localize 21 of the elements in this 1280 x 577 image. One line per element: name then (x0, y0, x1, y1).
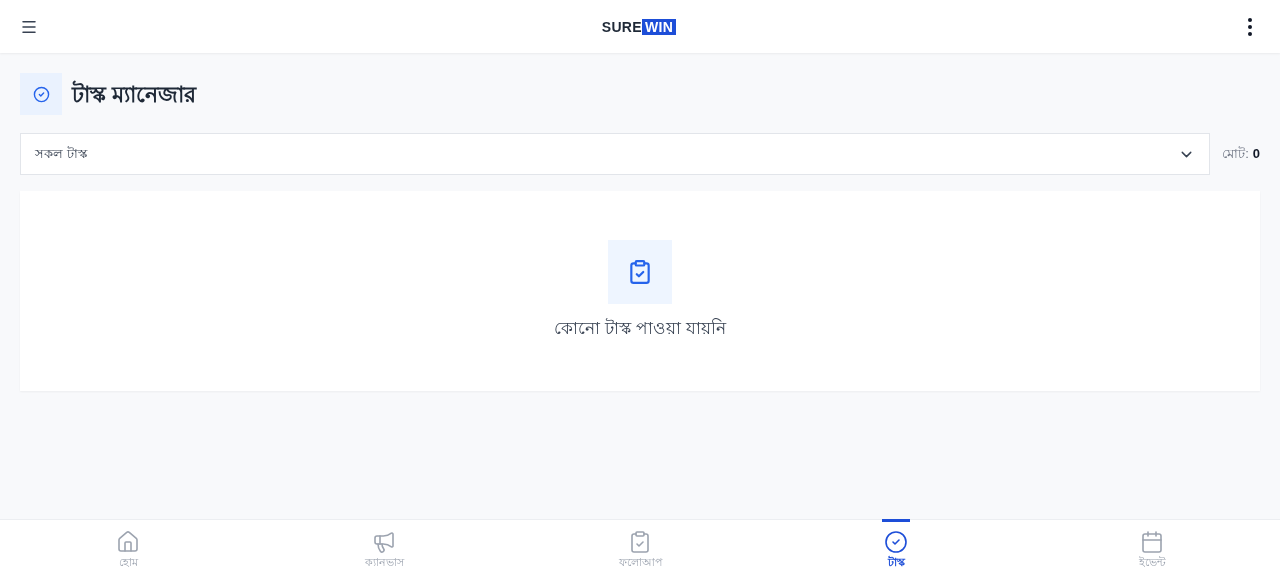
check-circle-icon (32, 85, 50, 103)
empty-message: কোনো টাস্ক পাওয়া যায়নি (554, 317, 726, 341)
nav-tab[interactable]: ক্যানভাস (256, 520, 512, 577)
nav-tab[interactable]: ইভেন্ট (1024, 520, 1280, 577)
calendar-icon (1140, 529, 1164, 554)
nav-tab[interactable]: টাস্ক (768, 520, 1024, 577)
total-label: মোট: (1222, 145, 1249, 164)
clipboard-check-icon (627, 259, 653, 286)
check-circle-icon (884, 529, 908, 554)
logo-text: SURE (601, 19, 642, 34)
nav-tab[interactable]: ফলোআপ (512, 520, 768, 577)
logo-highlight: WIN (642, 18, 677, 35)
home-icon (116, 529, 140, 554)
active-indicator (882, 519, 910, 522)
clipboard-check-icon (628, 529, 652, 554)
page-title: টাস্ক ম্যানেজার (72, 79, 197, 109)
megaphone-icon (372, 529, 396, 554)
task-filter-dropdown[interactable]: সকল টাস্ক (20, 133, 1211, 175)
more-vertical-icon (1248, 17, 1252, 36)
nav-tab[interactable]: হোম (0, 520, 256, 577)
total-count: 0 (1252, 145, 1260, 164)
